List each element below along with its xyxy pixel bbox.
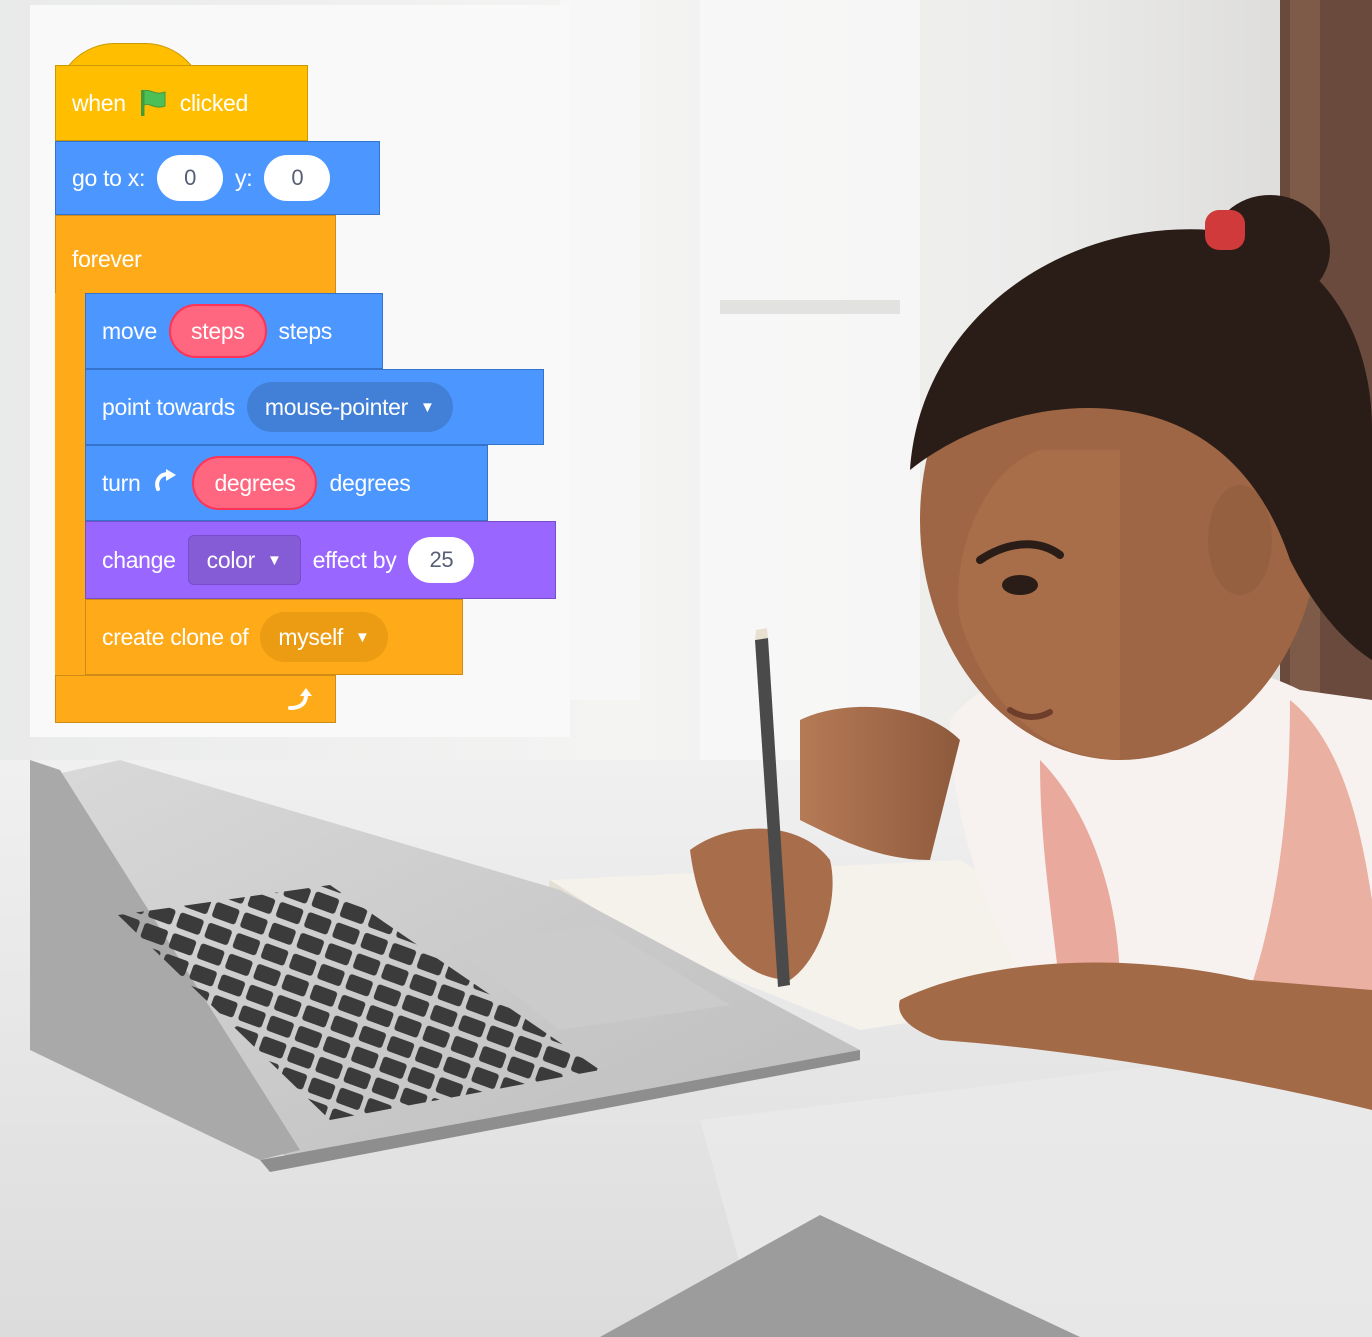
point-towards-label: point towards <box>102 393 235 420</box>
move-steps-block[interactable]: move steps steps <box>85 293 383 369</box>
x-input[interactable]: 0 <box>157 155 224 201</box>
rotate-clockwise-icon <box>155 469 177 491</box>
effect-dropdown[interactable]: color ▼ <box>187 535 301 585</box>
create-clone-block[interactable]: create clone of myself ▼ <box>85 599 463 675</box>
turn-label: turn <box>102 469 141 496</box>
forever-label: forever <box>72 246 142 272</box>
loop-arrow-icon <box>288 688 312 710</box>
green-flag-icon[interactable] <box>138 88 168 118</box>
chevron-down-icon: ▼ <box>355 628 370 646</box>
steps-suffix: steps <box>278 317 333 344</box>
clone-target-dropdown[interactable]: myself ▼ <box>260 612 388 662</box>
chevron-down-icon: ▼ <box>267 551 282 569</box>
go-to-x-label: go to x: <box>72 164 146 191</box>
move-label: move <box>102 317 158 344</box>
point-target-dropdown[interactable]: mouse-pointer ▼ <box>246 382 453 432</box>
y-input[interactable]: 0 <box>264 155 331 201</box>
go-to-xy-block[interactable]: go to x: 0 y: 0 <box>55 141 380 215</box>
clone-target-value: myself <box>278 623 344 650</box>
create-clone-label: create clone of <box>102 623 249 650</box>
effect-by-label: effect by <box>312 546 397 573</box>
steps-reporter[interactable]: steps <box>169 304 267 358</box>
forever-footer <box>55 675 336 723</box>
point-target-value: mouse-pointer <box>264 393 409 420</box>
turn-degrees-block[interactable]: turn degrees degrees <box>85 445 488 521</box>
change-label: change <box>102 546 176 573</box>
point-towards-block[interactable]: point towards mouse-pointer ▼ <box>85 369 544 445</box>
when-flag-clicked-block[interactable]: when clicked <box>55 65 308 141</box>
chevron-down-icon: ▼ <box>420 398 435 416</box>
degrees-suffix: degrees <box>329 469 411 496</box>
degrees-reporter[interactable]: degrees <box>192 456 318 510</box>
forever-arm <box>55 293 87 677</box>
change-effect-block[interactable]: change color ▼ effect by 25 <box>85 521 556 599</box>
effect-amount-input[interactable]: 25 <box>408 537 475 583</box>
clicked-label: clicked <box>179 89 249 116</box>
when-label: when <box>72 89 126 116</box>
y-label: y: <box>235 164 253 191</box>
forever-block[interactable]: forever <box>55 215 336 295</box>
effect-value: color <box>206 546 256 573</box>
scratch-code-panel: forever when clicked go to x: 0 y: 0 mov… <box>30 5 570 737</box>
